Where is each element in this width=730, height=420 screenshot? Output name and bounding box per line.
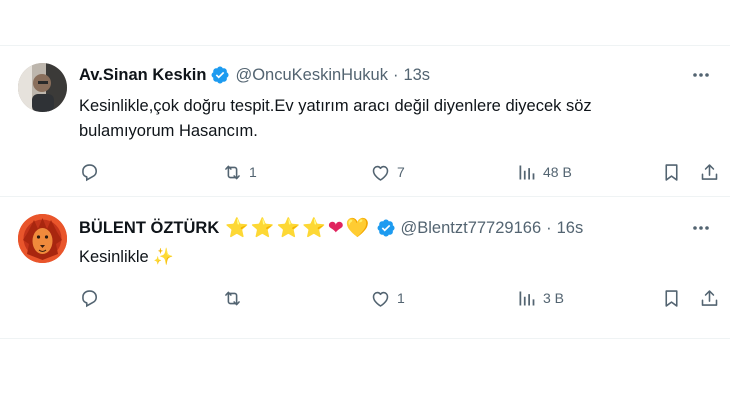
timestamp[interactable]: 13s [403, 66, 430, 85]
tweet-header: Av.Sinan Keskin @OncuKeskinHukuk · 13s [79, 63, 430, 87]
repost-button[interactable]: 1 [222, 160, 257, 184]
bookmark-button[interactable] [661, 286, 682, 310]
star-emoji-icon: ⭐ [225, 216, 249, 239]
more-options-icon[interactable] [690, 64, 712, 86]
repost-icon [225, 291, 240, 305]
bookmark-icon [665, 163, 678, 181]
verified-badge-icon [377, 219, 395, 237]
bookmark-icon [665, 289, 678, 307]
like-button[interactable]: 7 [370, 160, 405, 184]
views-button[interactable]: 3 B [516, 286, 564, 310]
name-emojis: ⭐ ⭐ ⭐ ⭐ ❤ 💛 [225, 216, 371, 239]
view-count: 3 B [543, 290, 565, 306]
yellow-heart-emoji-icon: 💛 [345, 216, 370, 239]
red-heart-emoji-icon: ❤ [327, 216, 344, 239]
author-name[interactable]: BÜLENT ÖZTÜRK [79, 219, 219, 238]
analytics-icon [519, 165, 535, 179]
share-button[interactable] [699, 286, 720, 310]
tweet-text: Kesinlikle ✨ [79, 248, 174, 266]
author-name[interactable]: Av.Sinan Keskin [79, 66, 206, 85]
avatar-image [18, 63, 67, 112]
tweet-actions: 1 3 B [79, 286, 719, 310]
like-count: 1 [397, 290, 405, 306]
analytics-icon [519, 291, 535, 305]
more-options-icon[interactable] [690, 217, 712, 239]
verified-badge-icon [212, 66, 230, 84]
star-emoji-icon: ⭐ [250, 216, 275, 239]
reply-icon [82, 163, 98, 181]
author-handle[interactable]: @Blentzt77729166 [401, 219, 542, 238]
like-button[interactable]: 1 [370, 286, 405, 310]
share-icon [701, 163, 718, 180]
share-button[interactable] [699, 160, 720, 184]
tweet-header: BÜLENT ÖZTÜRK ⭐ ⭐ ⭐ ⭐ ❤ 💛 @Blentzt777291… [79, 216, 583, 240]
bookmark-button[interactable] [661, 160, 682, 184]
author-handle[interactable]: @OncuKeskinHukuk [235, 66, 387, 85]
heart-icon [372, 291, 389, 307]
timestamp[interactable]: 16s [557, 219, 584, 238]
avatar[interactable] [18, 63, 67, 112]
reply-icon [82, 289, 98, 307]
tweet-actions: 1 7 48 B [79, 160, 719, 184]
tweet-text: Kesinlikle,çok doğru tespit.Ev yatırım a… [79, 97, 592, 140]
view-count: 48 B [543, 164, 572, 180]
reply-button[interactable] [79, 286, 106, 310]
reply-button[interactable] [79, 160, 106, 184]
views-button[interactable]: 48 B [516, 160, 572, 184]
separator-dot: · [392, 65, 399, 84]
star-emoji-icon: ⭐ [276, 216, 301, 239]
heart-icon [372, 165, 389, 181]
avatar[interactable] [18, 214, 67, 263]
bottom-divider [0, 338, 730, 339]
repost-icon [225, 165, 240, 179]
star-emoji-icon: ⭐ [302, 216, 326, 239]
tweet-2[interactable]: BÜLENT ÖZTÜRK ⭐ ⭐ ⭐ ⭐ ❤ 💛 @Blentzt777291… [0, 197, 730, 337]
lion-avatar-image [18, 214, 67, 263]
repost-count: 1 [249, 164, 257, 180]
tweet-1[interactable]: Av.Sinan Keskin @OncuKeskinHukuk · 13s K… [0, 46, 730, 195]
repost-button[interactable] [222, 286, 249, 310]
share-icon [701, 289, 718, 306]
separator-dot: · [546, 218, 552, 237]
like-count: 7 [397, 164, 405, 180]
